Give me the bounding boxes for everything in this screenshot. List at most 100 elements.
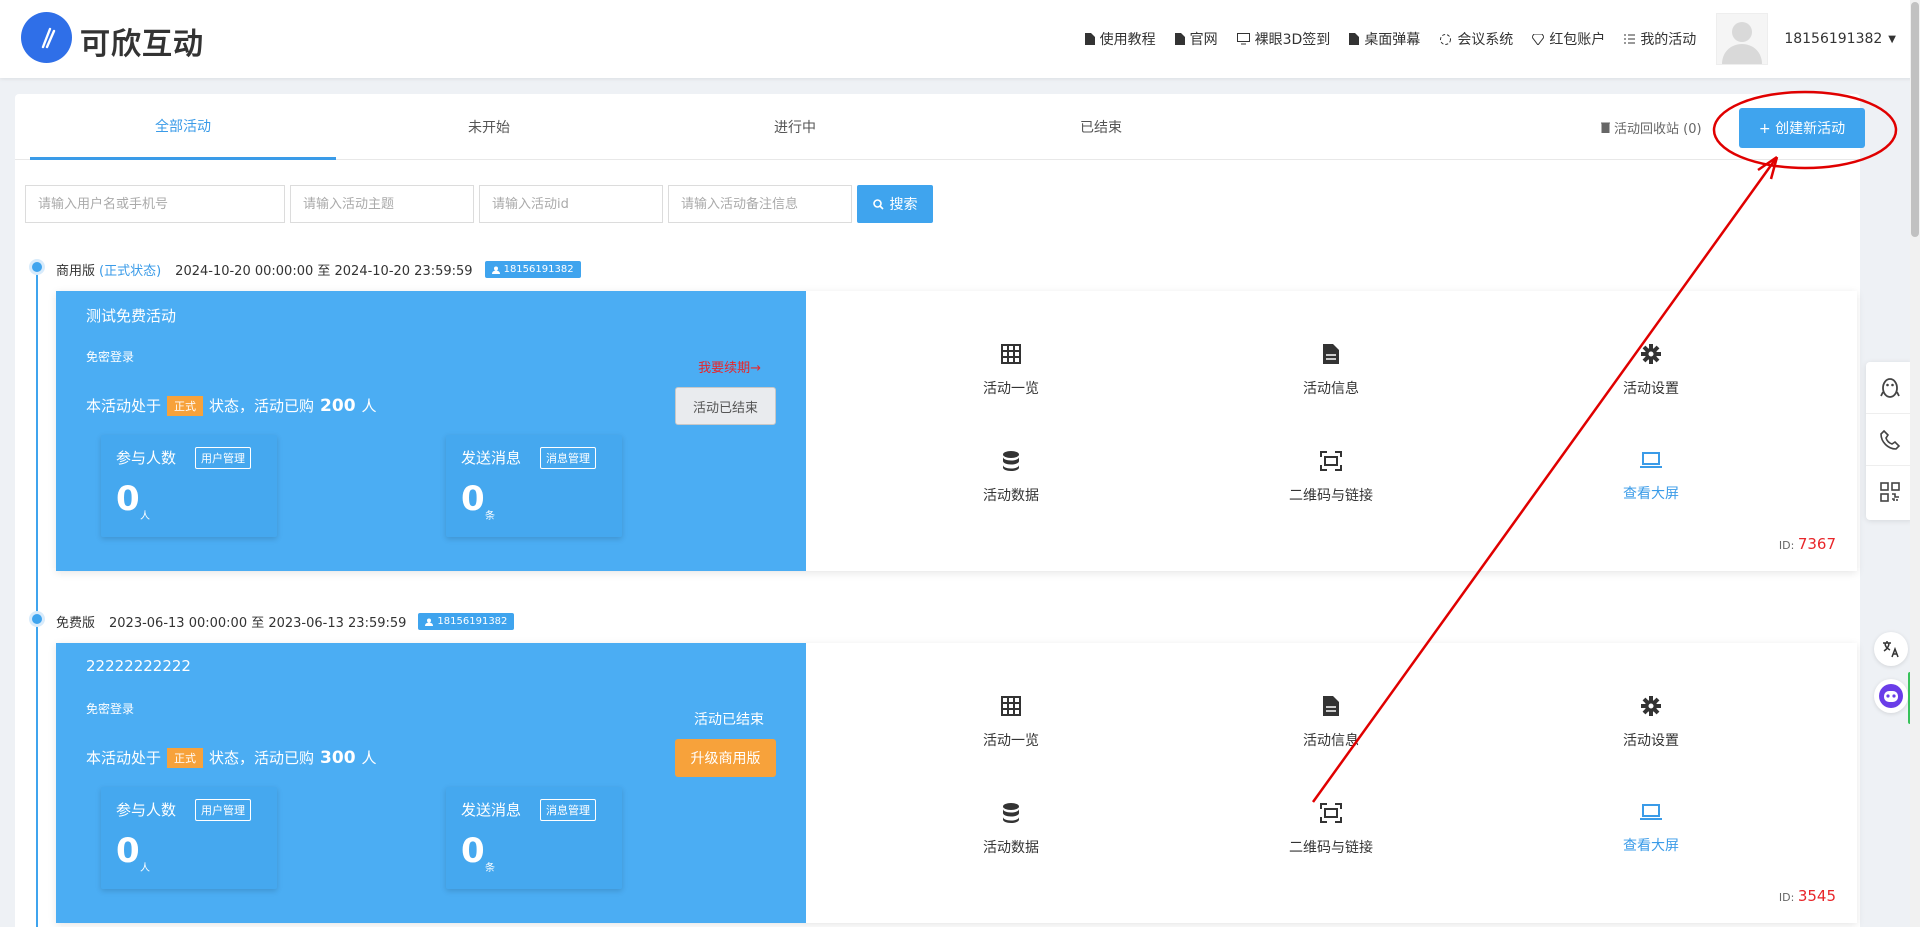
- gear-icon: [1641, 696, 1661, 716]
- fn-activity-overview[interactable]: 活动一览: [941, 344, 1081, 398]
- caret-down-icon: ▼: [1888, 33, 1896, 45]
- fn-activity-settings[interactable]: 活动设置: [1581, 344, 1721, 398]
- translate-button[interactable]: [1874, 632, 1908, 666]
- messages-stat: 发送消息 消息管理 0 条: [446, 787, 622, 889]
- activity-title: 测试免费活动: [86, 307, 177, 325]
- nav-3d-signin[interactable]: 裸眼3D签到: [1236, 29, 1330, 49]
- activity-dates: 2024-10-20 00:00:00 至 2024-10-20 23:59:5…: [175, 264, 473, 279]
- phone-button[interactable]: [1866, 414, 1914, 466]
- nav-official-site[interactable]: 官网: [1174, 29, 1218, 49]
- search-button[interactable]: 搜索: [857, 185, 933, 223]
- search-id-input[interactable]: [479, 185, 663, 223]
- fn-activity-info[interactable]: 活动信息: [1261, 344, 1401, 398]
- fn-view-big-screen[interactable]: 查看大屏: [1581, 803, 1721, 855]
- avatar[interactable]: [1716, 13, 1769, 65]
- activity-state: 本活动处于 正式 状态，活动已购 200 人: [86, 395, 377, 416]
- nav-desktop-danmaku[interactable]: 桌面弹幕: [1349, 29, 1420, 49]
- activity-ended-label: 活动已结束: [694, 712, 764, 728]
- fn-qrcode-links[interactable]: 二维码与链接: [1261, 451, 1401, 505]
- recycle-bin-link[interactable]: 活动回收站 (0): [1601, 118, 1702, 137]
- login-mode: 免密登录: [86, 350, 135, 364]
- qrcode-icon: [1880, 482, 1900, 502]
- tab-all[interactable]: 全部活动: [30, 94, 336, 160]
- edition-label: 商用版: [56, 264, 96, 279]
- nav-my-activities[interactable]: 我的活动: [1624, 29, 1696, 49]
- tab-ended[interactable]: 已结束: [948, 94, 1254, 160]
- database-icon: [1003, 451, 1019, 471]
- qq-button[interactable]: [1866, 362, 1914, 414]
- activity-card: 测试免费活动 免密登录 本活动处于 正式 状态，活动已购 200 人 我要续期→ 活动已…: [56, 291, 1857, 571]
- participants-count: 0: [116, 479, 140, 519]
- tab-not-started[interactable]: 未开始: [336, 94, 642, 160]
- search-user-input[interactable]: [25, 185, 285, 223]
- message-management-button[interactable]: 消息管理: [540, 799, 596, 821]
- activity-id: ID: 7367: [1778, 535, 1836, 553]
- fn-view-big-screen[interactable]: 查看大屏: [1581, 451, 1721, 503]
- qrcode-button[interactable]: [1866, 466, 1914, 518]
- activity-ended-button[interactable]: 活动已结束: [675, 387, 776, 425]
- robot-icon: [1879, 684, 1903, 708]
- purchased-count: 200: [320, 395, 356, 416]
- document-icon: [1174, 33, 1185, 45]
- database-icon: [1003, 803, 1019, 823]
- translate-icon: [1883, 641, 1899, 658]
- page-scrollbar[interactable]: [1910, 0, 1920, 927]
- user-icon: [491, 266, 500, 274]
- scan-icon: [1320, 451, 1342, 471]
- activity-summary: 22222222222 免密登录 本活动处于 正式 状态，活动已购 300 人 活动已结…: [56, 643, 806, 923]
- activity-functions: 活动一览 活动信息 活动设置 活动数据 二维码与链接 查看大屏 ID: 3545: [806, 643, 1857, 923]
- activity-summary: 测试免费活动 免密登录 本活动处于 正式 状态，活动已购 200 人 我要续期→ 活动已…: [56, 291, 806, 571]
- phone-icon: [1880, 429, 1901, 450]
- message-management-button[interactable]: 消息管理: [540, 447, 596, 469]
- messages-count: 0: [461, 479, 485, 519]
- nav-tutorial[interactable]: 使用教程: [1084, 29, 1156, 49]
- floating-contact-bar: [1866, 362, 1914, 520]
- search-note-input[interactable]: [668, 185, 852, 223]
- timeline-line: [36, 266, 38, 927]
- activity-tabs: 全部活动 未开始 进行中 已结束 活动回收站 (0) + 创建新活动: [15, 94, 1865, 160]
- search-icon: [872, 198, 884, 210]
- laptop-icon: [1640, 804, 1662, 820]
- upgrade-commercial-button[interactable]: 升级商用版: [675, 739, 776, 777]
- user-silhouette-icon: [1722, 22, 1763, 64]
- renew-link[interactable]: 我要续期→: [698, 357, 761, 376]
- diamond-icon: [1532, 33, 1545, 45]
- fn-activity-overview[interactable]: 活动一览: [941, 696, 1081, 750]
- trash-icon: [1601, 122, 1610, 133]
- state-badge: 正式: [167, 747, 204, 768]
- brand-name[interactable]: 可欣互动: [80, 19, 204, 63]
- scrollbar-thumb[interactable]: [1911, 2, 1919, 237]
- user-management-button[interactable]: 用户管理: [195, 447, 251, 469]
- nav-redpacket-account[interactable]: 红包账户: [1532, 29, 1605, 49]
- file-text-icon: [1323, 344, 1339, 364]
- fn-qrcode-links[interactable]: 二维码与链接: [1261, 803, 1401, 857]
- monitor-icon: [1236, 33, 1250, 45]
- fn-activity-data[interactable]: 活动数据: [941, 803, 1081, 857]
- status-label: (正式状态): [99, 264, 162, 279]
- fn-activity-settings[interactable]: 活动设置: [1581, 696, 1721, 750]
- gear-icon: [1641, 344, 1661, 364]
- create-activity-button[interactable]: + 创建新活动: [1739, 108, 1865, 148]
- tab-in-progress[interactable]: 进行中: [642, 94, 948, 160]
- nav-meeting-system[interactable]: 会议系统: [1439, 29, 1513, 49]
- user-menu[interactable]: 18156191382 ▼: [1784, 31, 1896, 47]
- logo-icon[interactable]: [21, 12, 72, 63]
- top-header: 可欣互动 使用教程 官网 裸眼3D签到 桌面弹幕 会议系统 红包账户 我的活动 …: [0, 0, 1920, 78]
- search-topic-input[interactable]: [290, 185, 474, 223]
- user-management-button[interactable]: 用户管理: [195, 799, 251, 821]
- activity-card: 22222222222 免密登录 本活动处于 正式 状态，活动已购 300 人 活动已结…: [56, 643, 1857, 923]
- search-bar: 搜索: [25, 185, 933, 223]
- purchased-count: 300: [320, 747, 356, 768]
- grid-icon: [1001, 344, 1021, 364]
- document-icon: [1084, 33, 1095, 45]
- timeline-dot: [29, 611, 45, 627]
- ai-assistant-button[interactable]: [1874, 679, 1908, 713]
- messages-stat: 发送消息 消息管理 0 条: [446, 435, 622, 537]
- owner-badge: 18156191382: [418, 613, 515, 630]
- top-nav: 使用教程 官网 裸眼3D签到 桌面弹幕 会议系统 红包账户 我的活动 18156…: [1066, 0, 1896, 78]
- fn-activity-data[interactable]: 活动数据: [941, 451, 1081, 505]
- login-mode: 免密登录: [86, 702, 135, 716]
- messages-count: 0: [461, 831, 485, 871]
- fn-activity-info[interactable]: 活动信息: [1261, 696, 1401, 750]
- participants-stat: 参与人数 用户管理 0 人: [101, 435, 277, 537]
